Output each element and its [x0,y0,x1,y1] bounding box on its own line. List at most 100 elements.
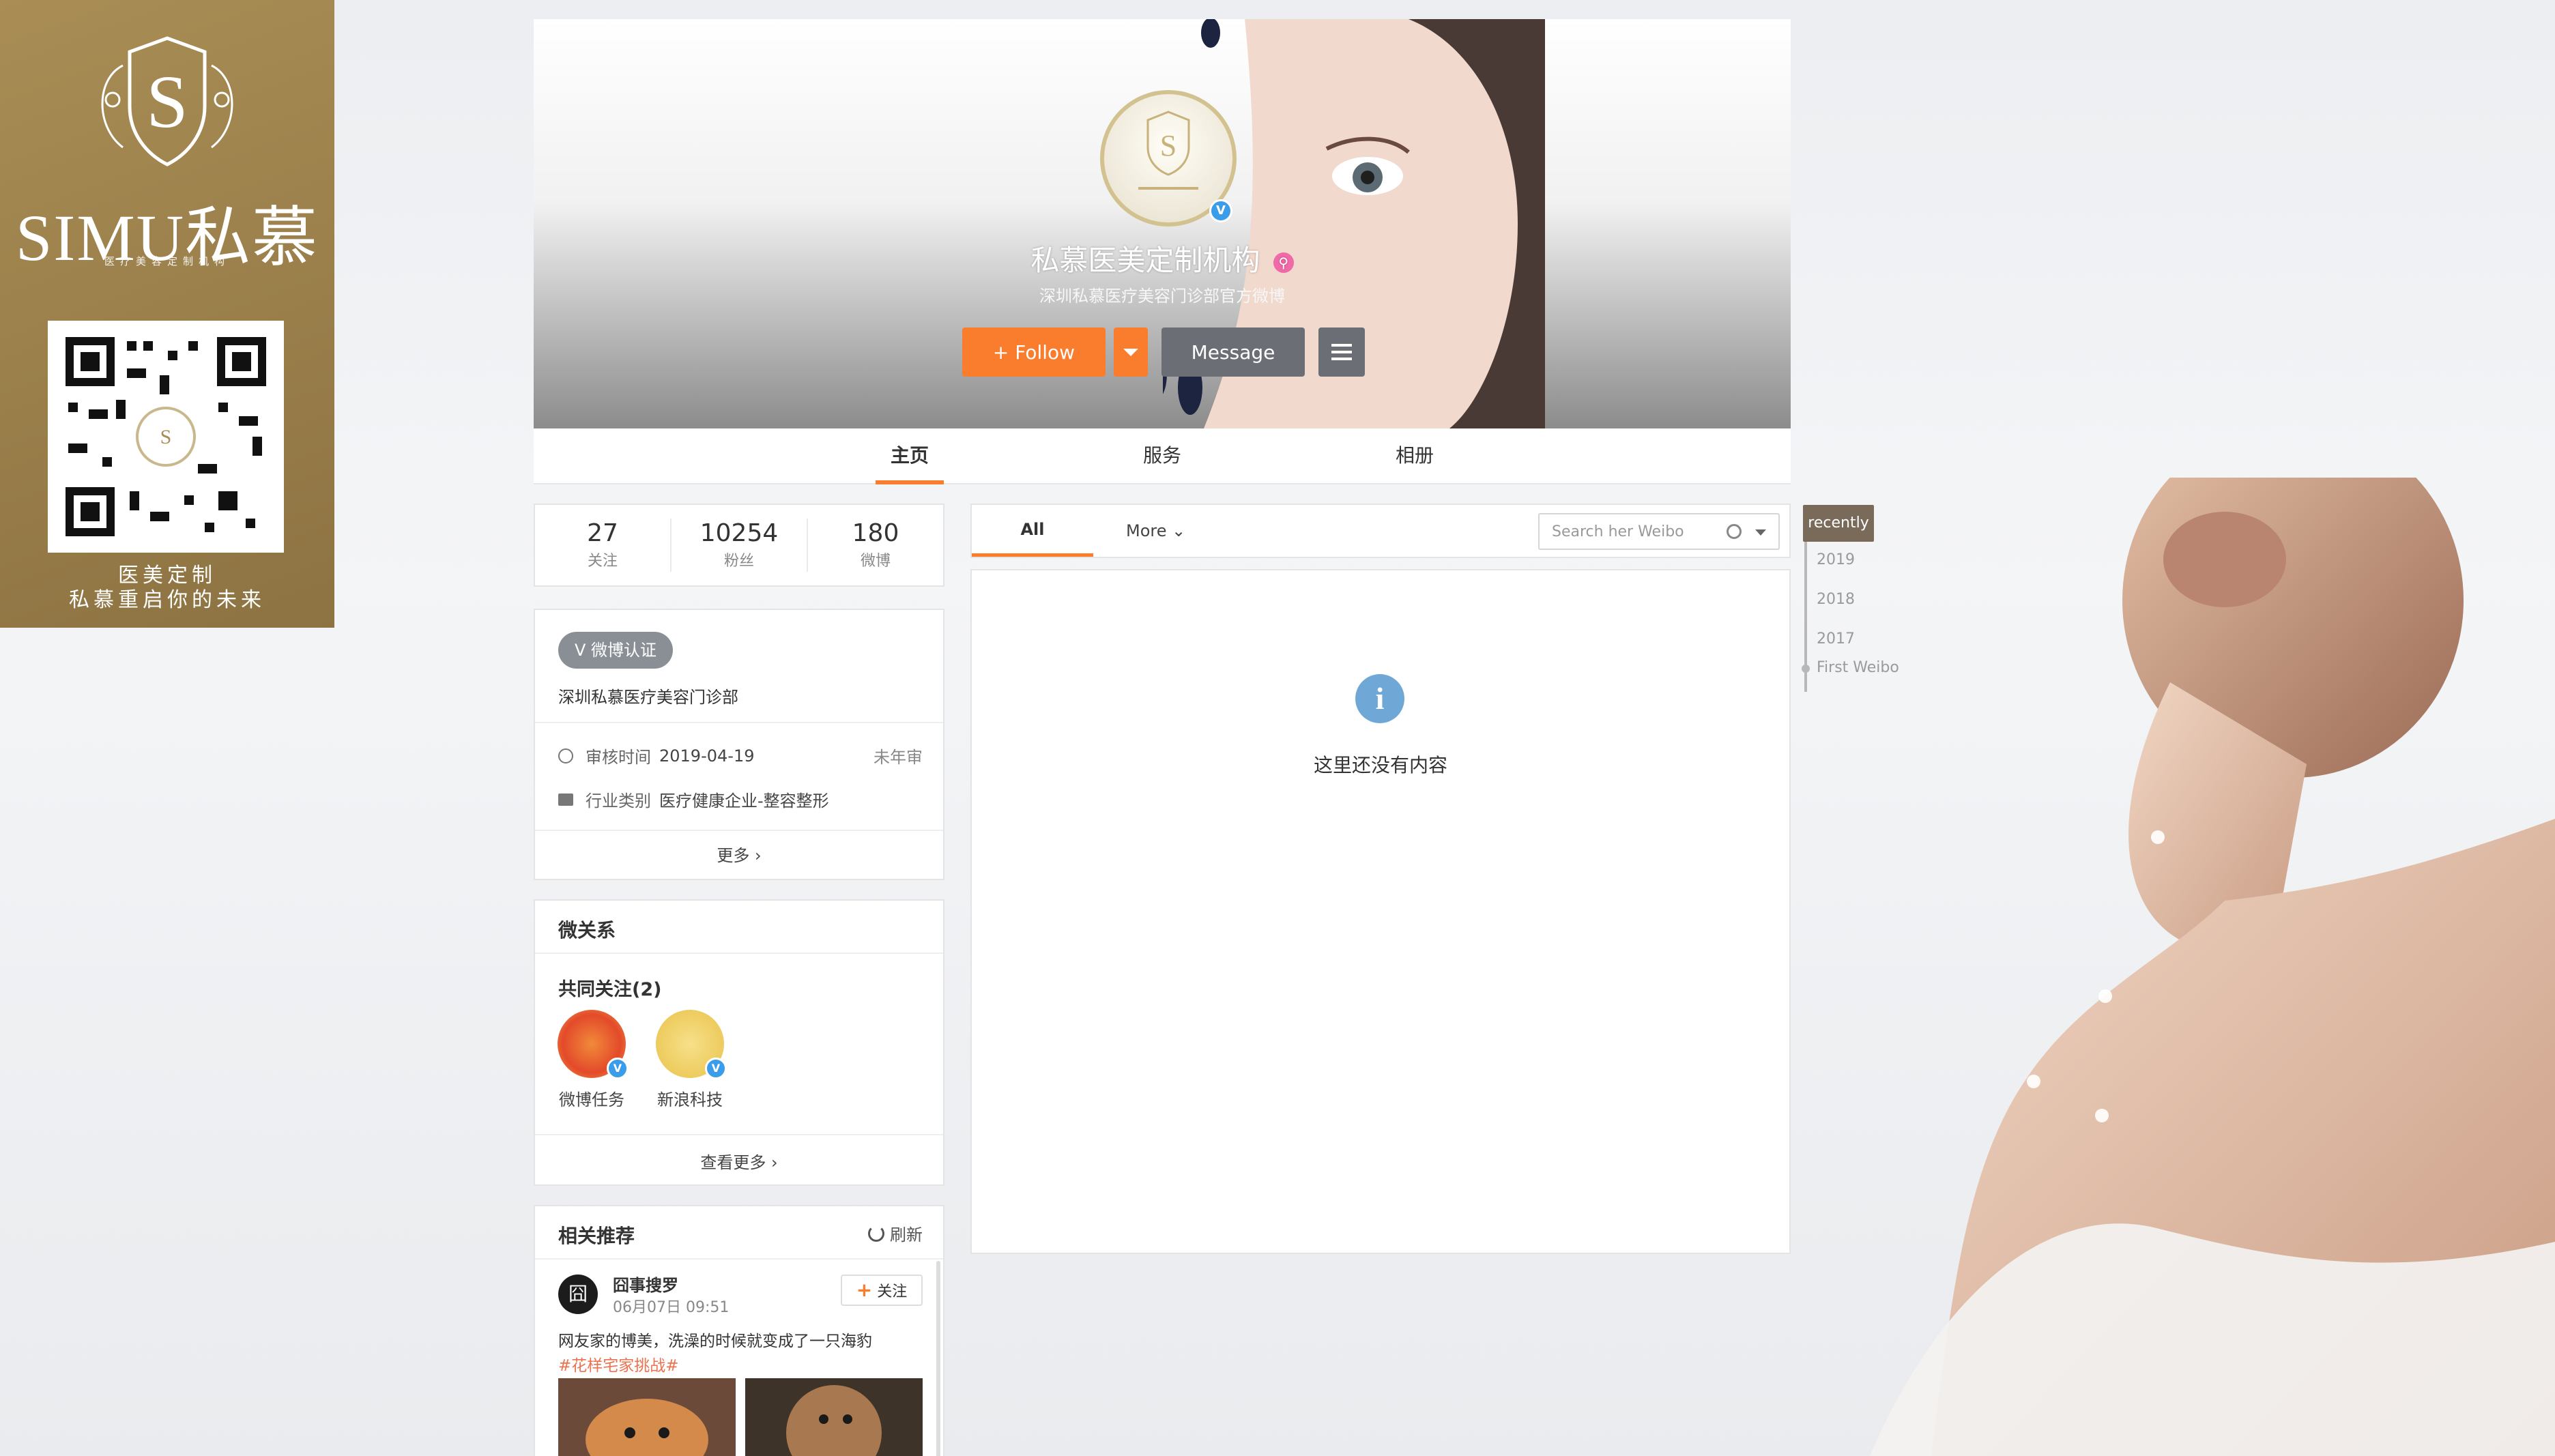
divider [535,830,943,831]
verified-badge-icon: V [607,1058,629,1079]
timeline-dot [1802,665,1810,673]
brand-tagline-line2: 私慕重启你的未来 [69,588,265,612]
svg-text:S: S [146,60,188,143]
mutual-friend[interactable]: V 新浪科技 [652,1010,727,1110]
brand-tagline-line1: 医美定制 [118,564,216,587]
timeline-first-weibo[interactable]: First Weibo [1817,659,1899,676]
svg-text:S: S [160,426,172,448]
refresh-button[interactable]: 刷新 [868,1221,923,1245]
timeline-recently[interactable]: recently [1803,505,1874,542]
profile-actions: + Follow Message [962,327,1365,377]
stat-label: 关注 [587,553,618,570]
verification-info-card: V 微博认证 深圳私慕医疗美容门诊部 审核时间 2019-04-19 未年审 行… [534,609,944,880]
recommend-user-name[interactable]: 囧事搜罗 [613,1272,678,1296]
brand-logo-icon: S [101,36,233,166]
timeline-year-2018[interactable]: 2018 [1817,591,1855,608]
divider [535,952,943,954]
verified-badge-icon: V [705,1058,727,1079]
profile-cover: S V 私慕医美定制机构 ⚲ 深圳私慕医疗美容门诊部官方微博 + Follow … [534,19,1791,428]
avatar[interactable]: V [558,1010,629,1079]
friend-name[interactable]: 微博任务 [554,1086,629,1110]
follow-button[interactable]: + Follow [962,327,1106,377]
divider [535,722,943,723]
empty-state-text: 这里还没有内容 [1313,754,1447,776]
timeline-nav: recently 2019 2018 2017 First Weibo [1802,505,1926,692]
avatar[interactable]: V [656,1010,727,1079]
weibo-search-input[interactable]: Search her Weibo [1538,513,1780,550]
mutual-follow-title: 共同关注(2) [558,979,662,1000]
relations-card: 微关系 共同关注(2) V 微博任务 V 新浪科技 查看更多 › [534,899,944,1186]
feed-content: i 这里还没有内容 [970,569,1791,1254]
recommend-post-body: 网友家的博美，洗澡的时候就变成了一只海豹 [558,1333,872,1350]
search-placeholder: Search her Weibo [1552,523,1684,540]
industry-value: 医疗健康企业-整容整形 [659,791,829,811]
verified-badge-icon: V [1209,199,1232,222]
tab-services[interactable]: 服务 [1128,428,1196,484]
review-status: 未年审 [874,748,923,767]
profile-tabs: 主页 服务 相册 [534,428,1791,484]
qr-code-icon: S [48,321,284,553]
plus-icon: + [856,1279,873,1301]
stat-value: 10254 [699,519,779,547]
recommend-card: 相关推荐 刷新 囧 囧事搜罗 06月07日 09:51 + 关注 网友家的博美，… [534,1205,944,1456]
membership-icon[interactable]: ⚲ [1273,252,1294,273]
recommend-post-image[interactable] [745,1378,923,1456]
stat-label: 微博 [860,553,891,570]
recommend-follow-button[interactable]: + 关注 [841,1275,923,1306]
friend-name[interactable]: 新浪科技 [652,1086,727,1110]
brand-banner[interactable]: S SIMU私慕 医疗美容定制机构 S 医美定制 私慕重启你的未来 [0,0,334,628]
menu-icon [1331,351,1352,353]
relations-more-link[interactable]: 查看更多 › [535,1149,943,1173]
more-menu-button[interactable] [1318,327,1365,377]
scrollbar[interactable] [936,1261,940,1456]
recommend-hashtag[interactable]: #花样宅家挑战# [558,1354,927,1378]
recommend-post-image[interactable] [558,1378,736,1456]
chevron-down-icon [1123,348,1138,356]
industry-label: 行业类别 [586,791,651,811]
industry-row: 行业类别 医疗健康企业-整容整形 [558,787,923,811]
avatar-logo-icon: S [1138,111,1198,190]
tab-albums[interactable]: 相册 [1381,428,1449,484]
divider [535,1134,943,1135]
refresh-label: 刷新 [890,1225,923,1244]
recommend-follow-label: 关注 [877,1283,908,1300]
org-name: 深圳私慕医疗美容门诊部 [558,688,738,707]
profile-stats: 27 关注 10254 粉丝 180 微博 [534,504,944,587]
profile-name: 私慕医美定制机构 ⚲ [534,237,1791,279]
brand-tagline: 医美定制 私慕重启你的未来 [0,564,334,613]
info-icon: i [1355,674,1404,723]
briefcase-icon [558,793,573,806]
review-time-label: 审核时间 [586,748,651,767]
tab-home[interactable]: 主页 [876,428,944,484]
review-time-value: 2019-04-19 [659,746,755,766]
feed-more-dropdown[interactable]: More ⌄ [1126,505,1185,557]
svg-text:S: S [1160,129,1177,162]
timeline-year-2017[interactable]: 2017 [1817,630,1855,647]
stat-followers[interactable]: 10254 粉丝 [672,519,808,572]
stat-value: 27 [587,519,618,547]
review-time-row: 审核时间 2019-04-19 未年审 [558,744,923,768]
profile-avatar[interactable]: S V [1100,90,1237,227]
mutual-friend[interactable]: V 微博任务 [554,1010,629,1110]
feed-tab-all[interactable]: All [972,505,1093,557]
search-icon[interactable] [1727,524,1742,539]
timeline-year-2019[interactable]: 2019 [1817,551,1855,568]
follow-dropdown-button[interactable] [1114,327,1148,377]
stat-label: 粉丝 [723,553,754,570]
chevron-down-icon[interactable] [1755,529,1766,536]
clock-icon [558,748,573,763]
info-more-link[interactable]: 更多 › [535,842,943,866]
stat-following[interactable]: 27 关注 [535,519,672,572]
profile-name-text: 私慕医美定制机构 [1030,244,1260,277]
avatar[interactable]: 囧 [558,1275,598,1314]
message-button[interactable]: Message [1161,327,1305,377]
recommend-title: 相关推荐 [558,1225,635,1247]
brand-subtitle: 医疗美容定制机构 [104,255,230,267]
refresh-icon [868,1225,884,1242]
feed-more-label: More [1126,521,1167,540]
recommend-post-time: 06月07日 09:51 [613,1299,730,1316]
weibo-verified-badge[interactable]: V 微博认证 [558,632,674,669]
relations-title: 微关系 [558,919,616,942]
chevron-down-icon: ⌄ [1172,521,1186,540]
stat-posts[interactable]: 180 微博 [808,519,943,572]
